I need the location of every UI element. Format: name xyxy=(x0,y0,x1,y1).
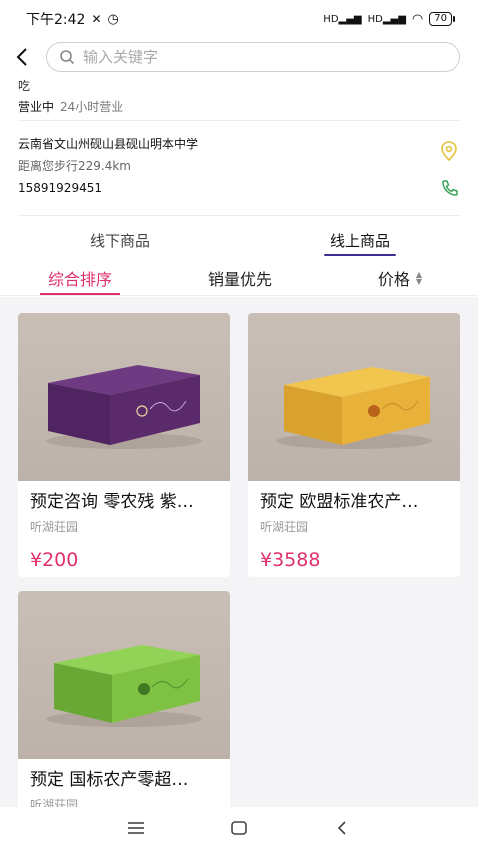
shop-phone[interactable]: 15891929451 xyxy=(18,181,102,195)
product-grid: 预定咨询 零农残 紫… 听湖荘园 ¥200 预定 欧盟标准农产… 听湖荘园 ¥3… xyxy=(0,297,478,811)
product-price: ¥200 xyxy=(30,549,79,571)
phone-icon[interactable] xyxy=(440,178,460,198)
product-box-illustration xyxy=(46,645,202,727)
search-icon xyxy=(60,50,75,65)
product-name: 预定咨询 零农残 紫… xyxy=(30,492,194,512)
location-icon[interactable] xyxy=(438,140,460,162)
search-box[interactable] xyxy=(46,42,460,72)
active-sort-indicator xyxy=(40,293,120,295)
product-shop: 听湖荘园 xyxy=(260,520,309,534)
business-status: 营业中 xyxy=(18,100,55,114)
product-card[interactable]: 预定 国标农产零超… 听湖荘园 xyxy=(18,591,230,811)
mute-icon: ✕ xyxy=(91,12,102,26)
search-row xyxy=(0,40,478,74)
back-icon xyxy=(337,821,346,835)
product-name: 预定 国标农产零超… xyxy=(30,770,189,790)
home-icon xyxy=(231,821,247,835)
shop-address: 云南省文山州砚山县砚山明本中学 xyxy=(18,137,199,151)
business-hours: 24小时营业 xyxy=(60,100,124,114)
sort-comprehensive[interactable]: 综合排序 xyxy=(30,260,130,296)
product-image xyxy=(248,313,460,481)
product-name: 预定 欧盟标准农产… xyxy=(260,492,419,512)
search-input[interactable] xyxy=(83,48,403,66)
product-shop: 听湖荘园 xyxy=(30,520,79,534)
menu-icon xyxy=(128,822,144,834)
product-card[interactable]: 预定 欧盟标准农产… 听湖荘园 ¥3588 xyxy=(248,313,460,577)
battery-icon: 70 xyxy=(429,12,455,26)
sort-price[interactable]: 价格 ▲ ▼ xyxy=(350,260,450,296)
tab-online-products[interactable]: 线上商品 xyxy=(310,222,410,258)
active-tab-indicator xyxy=(324,254,396,256)
home-button[interactable] xyxy=(224,815,254,841)
tab-offline-products[interactable]: 线下商品 xyxy=(70,222,170,258)
product-price: ¥3588 xyxy=(260,549,321,571)
back-button[interactable] xyxy=(2,40,42,74)
status-time: 下午2:42 xyxy=(26,12,86,28)
back-nav-button[interactable] xyxy=(327,815,357,841)
alarm-icon: ◷ xyxy=(107,11,119,27)
sort-bar: 综合排序 销量优先 价格 ▲ ▼ xyxy=(0,260,478,296)
shop-distance: 距离您步行229.4km xyxy=(18,159,131,173)
product-image xyxy=(18,313,230,481)
product-image xyxy=(18,591,230,759)
sort-toggle-icon: ▲ ▼ xyxy=(415,270,423,286)
system-nav-bar xyxy=(0,807,478,850)
signal-icon-2: HD▂▄▆ xyxy=(367,13,406,25)
shop-category: 吃 xyxy=(18,79,31,93)
product-box-illustration xyxy=(276,367,432,449)
sort-sales[interactable]: 销量优先 xyxy=(190,260,290,296)
product-box-illustration xyxy=(46,365,202,449)
divider xyxy=(18,120,460,121)
product-card[interactable]: 预定咨询 零农残 紫… 听湖荘园 ¥200 xyxy=(18,313,230,577)
wifi-icon: ◠ xyxy=(411,11,424,27)
menu-button[interactable] xyxy=(121,815,151,841)
business-info: 营业中 24小时营业 xyxy=(18,98,123,115)
status-bar: 下午2:42 ✕ ◷ HD▂▄▆ HD▂▄▆ ◠ 70 xyxy=(0,0,478,38)
product-type-tabs: 线下商品 线上商品 xyxy=(0,222,478,258)
signal-icon: HD▂▄▆ xyxy=(323,13,362,25)
divider xyxy=(18,215,460,216)
back-arrow-icon xyxy=(16,48,27,66)
